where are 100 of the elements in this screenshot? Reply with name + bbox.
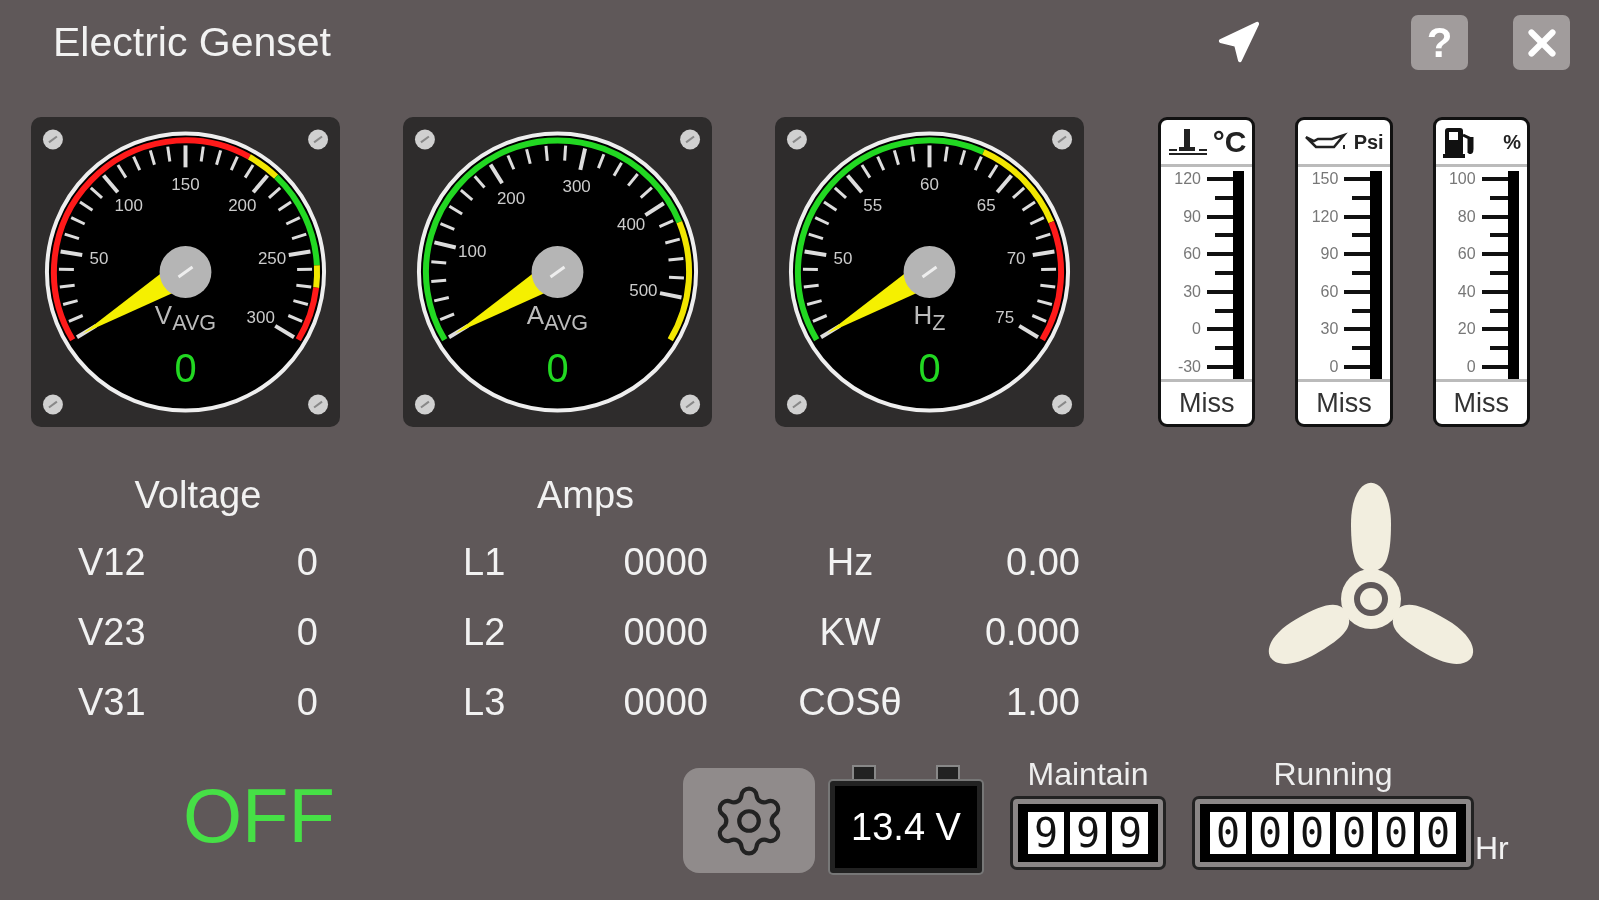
counter-label: Maintain: [1027, 756, 1149, 793]
scale-label: 100: [1447, 170, 1476, 188]
tick-mark: [1481, 289, 1508, 294]
stat-label: V31: [78, 680, 147, 724]
stat-value: 0000: [623, 680, 708, 724]
scale-label: 20: [1456, 320, 1476, 339]
scale-label: 90: [1319, 245, 1339, 264]
stat-label: L1: [463, 540, 507, 584]
scale-label: 120: [1310, 207, 1339, 226]
scale-label: 60: [1456, 245, 1476, 264]
scale-label: 500: [629, 280, 658, 300]
tick-mark: [1489, 233, 1508, 238]
counter-digit: 9: [1028, 812, 1064, 854]
scale-label: 30: [1319, 320, 1339, 339]
needle-cap: [903, 246, 956, 298]
counter-digit: 0: [1420, 812, 1456, 854]
scale-label: 300: [562, 177, 591, 197]
stat-label: COSθ: [797, 680, 903, 724]
stat-value: 0: [296, 610, 318, 654]
tick-mark: [1344, 177, 1371, 181]
tick-mark: [1215, 308, 1233, 313]
stat-label: V12: [78, 540, 147, 584]
tick-mark: [1207, 252, 1233, 257]
counter-label: Running: [1273, 756, 1393, 793]
scale-label: 90: [1182, 207, 1201, 226]
scale-label: 100: [114, 196, 143, 216]
gauge-reading: 0: [174, 345, 197, 390]
scale-label: 250: [257, 248, 287, 268]
screw-icon: [786, 129, 807, 150]
tick-mark: [1207, 214, 1233, 219]
scale-label: 60: [920, 175, 939, 195]
screw-icon: [786, 394, 807, 415]
scale-label: 30: [1182, 282, 1201, 301]
tick-mark: [1481, 364, 1508, 369]
scale-label: 0: [1465, 357, 1476, 376]
tick-mark: [1207, 289, 1233, 294]
scale-label: 50: [89, 248, 109, 268]
tick-mark: [1207, 177, 1233, 181]
meter-reading: Miss: [1435, 379, 1527, 424]
scale-label: 120: [1173, 170, 1201, 188]
meter-unit: °C: [1212, 125, 1247, 159]
scale-label: 40: [1456, 282, 1476, 301]
counter-digit: 9: [1112, 812, 1148, 854]
stat-label: KW: [818, 610, 882, 654]
tick-mark: [1215, 346, 1233, 351]
tick-mark: [1344, 289, 1371, 294]
scale-label: 200: [228, 196, 257, 216]
scale-label: 75: [995, 308, 1015, 328]
stat-value: 0: [296, 540, 318, 584]
stat-label: Hz: [825, 540, 875, 584]
tick-mark: [1344, 327, 1371, 332]
needle-cap: [531, 246, 584, 298]
scale-label: 150: [1310, 170, 1339, 188]
tick-mark: [1481, 252, 1508, 257]
scale-label: 65: [976, 196, 996, 216]
tick-mark: [1489, 195, 1508, 200]
counter-digit: 0: [1252, 812, 1288, 854]
counter-digit: 0: [1294, 812, 1330, 854]
scale-label: 100: [458, 242, 487, 262]
tick-mark: [1215, 271, 1233, 275]
scale-label: 300: [246, 308, 275, 328]
counter-digit: 0: [1378, 812, 1414, 854]
tick-mark: [1344, 364, 1371, 369]
tick-mark: [1481, 327, 1508, 332]
close-button[interactable]: [1513, 15, 1570, 70]
screw-icon: [1052, 129, 1073, 150]
tick-mark: [1489, 308, 1508, 313]
settings-button[interactable]: [683, 768, 815, 873]
scale-label: 200: [496, 188, 526, 208]
tick-mark: [1344, 214, 1371, 219]
tick-mark: [1481, 214, 1508, 219]
tick-mark: [1352, 233, 1371, 238]
tick-mark: [1215, 195, 1233, 200]
help-button[interactable]: ?: [1411, 15, 1468, 70]
window-title: Electric Genset: [53, 19, 332, 66]
scale-label: 70: [1006, 248, 1026, 268]
stat-value: 0000: [623, 610, 708, 654]
tick-mark: [1352, 195, 1371, 200]
tick-mark: [1352, 308, 1371, 313]
scale-label: 50: [833, 248, 853, 268]
counter-digit: 9: [1070, 812, 1106, 854]
fuel-pump-icon: [1441, 125, 1476, 159]
counter-digit: 0: [1336, 812, 1372, 854]
scale-label: 60: [1319, 282, 1339, 301]
gauge-reading: 0: [546, 345, 569, 390]
meter-reading: Miss: [1161, 379, 1253, 424]
scale-label: 400: [617, 215, 646, 235]
screw-icon: [42, 129, 63, 150]
scale-label: 0: [1191, 320, 1201, 339]
scale-label: 0: [1328, 357, 1339, 376]
gauge-reading: 0: [918, 345, 941, 390]
screw-icon: [680, 129, 701, 150]
tick-mark: [1207, 327, 1233, 332]
stat-value: 0.00: [1005, 540, 1080, 584]
screw-icon: [680, 394, 701, 415]
stat-value: 0000: [623, 540, 708, 584]
stat-label: L2: [463, 610, 507, 654]
stat-value: 1.00: [1005, 680, 1080, 724]
scale-label: 80: [1456, 207, 1476, 226]
meter-unit: Psi: [1353, 130, 1384, 154]
